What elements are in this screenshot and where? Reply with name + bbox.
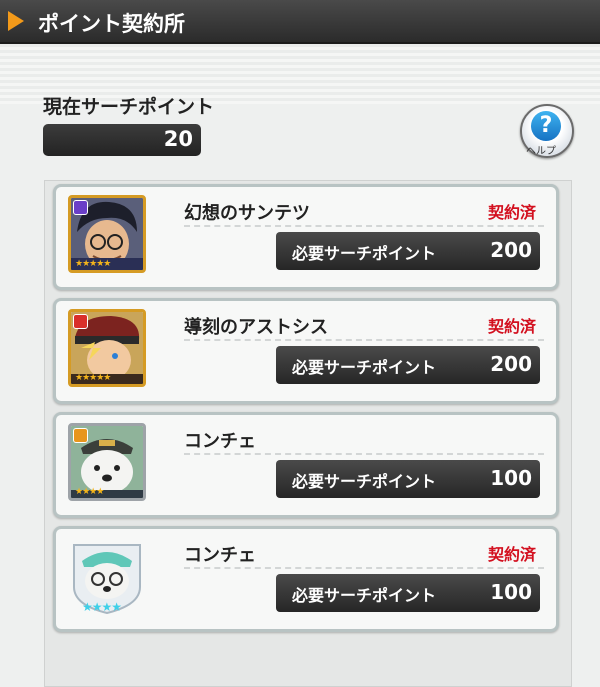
attribute-badge bbox=[73, 314, 88, 329]
contract-card[interactable]: ★★★★ コンチェ 契約済 必要サーチポイント 100 bbox=[53, 526, 559, 632]
question-icon: ? bbox=[531, 111, 561, 141]
rarity-stars: ★★★★★ bbox=[75, 259, 111, 269]
contract-card[interactable]: ★★★★ コンチェ 必要サーチポイント 100 bbox=[53, 412, 559, 518]
required-points-bar: 必要サーチポイント 200 bbox=[276, 232, 540, 270]
help-label: ヘルプ bbox=[526, 146, 556, 157]
divider bbox=[184, 453, 544, 455]
character-portrait: ★★★★ bbox=[68, 537, 146, 615]
play-arrow-icon bbox=[8, 11, 24, 31]
attribute-badge bbox=[73, 200, 88, 215]
required-points-label: 必要サーチポイント bbox=[292, 472, 437, 491]
header-bar: ポイント契約所 bbox=[0, 0, 600, 44]
character-name: 導刻のアストシス bbox=[184, 317, 328, 338]
rarity-stars: ★★★★★ bbox=[75, 373, 111, 383]
divider bbox=[184, 339, 544, 341]
character-portrait: ★★★★★ bbox=[68, 309, 146, 387]
character-name: コンチェ bbox=[184, 431, 256, 452]
contract-card[interactable]: ★★★★★ 導刻のアストシス 契約済 必要サーチポイント 200 bbox=[53, 298, 559, 404]
rarity-stars: ★★★★ bbox=[82, 600, 122, 614]
rarity-stars: ★★★★ bbox=[75, 487, 104, 497]
character-name: コンチェ bbox=[184, 545, 256, 566]
contract-card[interactable]: ★★★★★ 幻想のサンテツ 契約済 必要サーチポイント 200 bbox=[53, 184, 559, 290]
required-points-value: 200 bbox=[490, 352, 532, 376]
character-name: 幻想のサンテツ bbox=[184, 203, 310, 224]
page-title: ポイント契約所 bbox=[38, 12, 185, 36]
required-points-value: 100 bbox=[490, 466, 532, 490]
divider bbox=[184, 567, 544, 569]
required-points-label: 必要サーチポイント bbox=[292, 586, 437, 605]
attribute-badge bbox=[73, 428, 88, 443]
required-points-value: 200 bbox=[490, 238, 532, 262]
divider bbox=[184, 225, 544, 227]
required-points-label: 必要サーチポイント bbox=[292, 244, 437, 263]
contracted-label: 契約済 bbox=[488, 203, 537, 222]
contracted-label: 契約済 bbox=[488, 317, 537, 336]
help-button[interactable]: ? ヘルプ bbox=[520, 104, 574, 158]
required-points-label: 必要サーチポイント bbox=[292, 358, 437, 377]
contracted-label: 契約済 bbox=[488, 545, 537, 564]
required-points-value: 100 bbox=[490, 580, 532, 604]
character-portrait: ★★★★ bbox=[68, 423, 146, 501]
required-points-bar: 必要サーチポイント 100 bbox=[276, 574, 540, 612]
search-points-label: 現在サーチポイント bbox=[43, 96, 215, 118]
required-points-bar: 必要サーチポイント 100 bbox=[276, 460, 540, 498]
character-portrait: ★★★★★ bbox=[68, 195, 146, 273]
search-points-value: 20 bbox=[163, 127, 193, 151]
search-points-box: 20 bbox=[43, 124, 201, 156]
required-points-bar: 必要サーチポイント 200 bbox=[276, 346, 540, 384]
